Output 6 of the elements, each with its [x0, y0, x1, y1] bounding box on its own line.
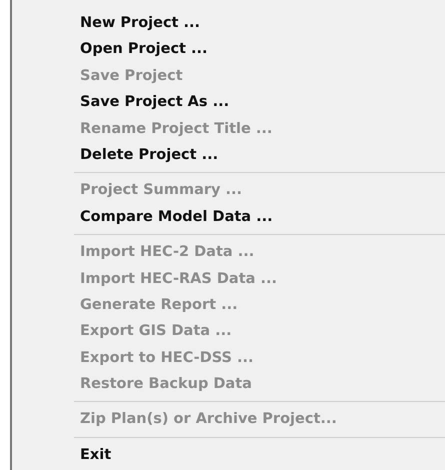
menu-item[interactable]: Save Project As ... — [12, 89, 445, 116]
menu-item[interactable]: New Project ... — [12, 10, 445, 36]
menu-item[interactable]: Delete Project ... — [12, 142, 445, 168]
menu-item[interactable]: Exit — [12, 442, 445, 468]
menu-item[interactable]: Open Project ... — [12, 36, 445, 63]
menu-item[interactable]: Compare Model Data ... — [12, 204, 445, 230]
